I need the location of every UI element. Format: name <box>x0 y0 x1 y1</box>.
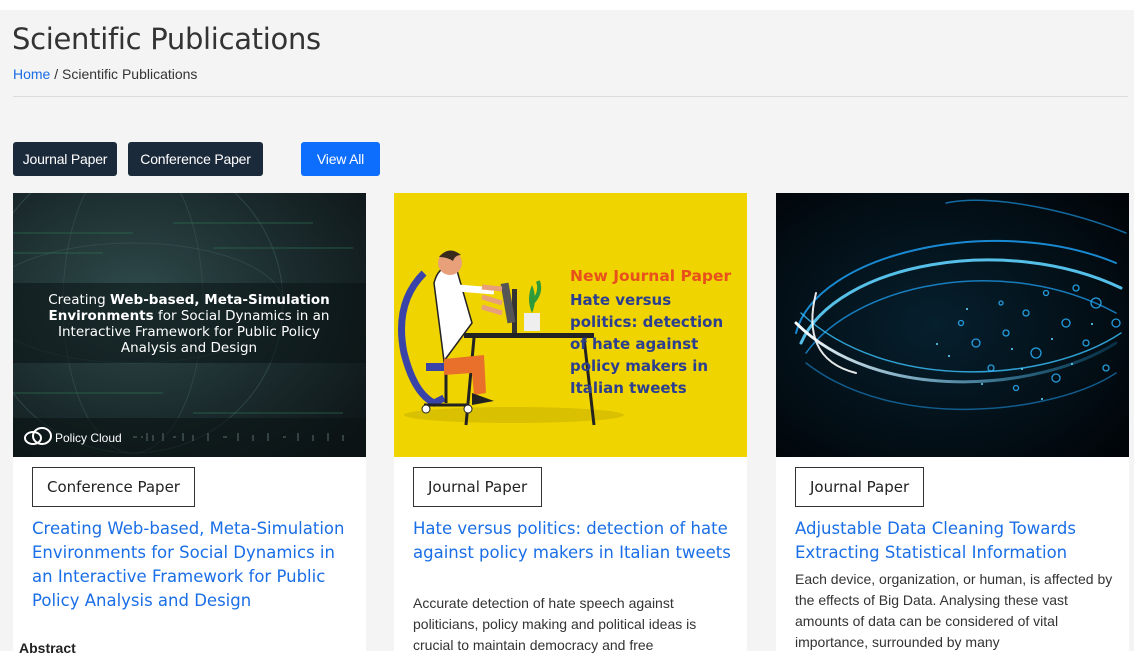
header-divider <box>13 96 1128 97</box>
image-caption-line4: Analysis and Design <box>121 340 257 356</box>
page-title: Scientific Publications <box>12 22 321 56</box>
breadcrumb-home-link[interactable]: Home <box>13 66 50 82</box>
image-logo-text: Policy Cloud <box>55 431 122 445</box>
card-title-link[interactable]: Hate versus politics: detection of hate … <box>413 517 733 565</box>
card-title-link[interactable]: Adjustable Data Cleaning Towards Extract… <box>795 517 1115 565</box>
card-category-badge: Journal Paper <box>413 467 543 507</box>
card-excerpt: Accurate detection of hate speech agains… <box>413 595 697 653</box>
image-text-line: Hate versus <box>570 291 671 309</box>
image-caption-line3: Interactive Framework for Public Policy <box>58 324 320 340</box>
image-text-line: Italian tweets <box>570 379 687 397</box>
publication-card: New Journal Paper Hate versus politics: … <box>394 193 747 653</box>
image-caption-line1: Creating Web-based, Meta-Simulation <box>48 292 330 308</box>
breadcrumb: Home / Scientific Publications <box>13 66 197 82</box>
card-category-badge: Journal Paper <box>795 467 925 507</box>
filter-conference-paper-button[interactable]: Conference Paper <box>128 142 263 176</box>
card-image-policy-cloud[interactable]: Creating Web-based, Meta-Simulation Envi… <box>13 193 366 457</box>
filter-journal-paper-button[interactable]: Journal Paper <box>13 142 117 176</box>
publication-card: Journal Paper Adjustable Data Cleaning T… <box>776 193 1129 653</box>
card-image-hate-politics[interactable]: New Journal Paper Hate versus politics: … <box>394 193 747 457</box>
card-excerpt: Each device, organization, or human, is … <box>795 571 1113 650</box>
card-title-link[interactable]: Creating Web-based, Meta-Simulation Envi… <box>32 517 352 613</box>
filter-view-all-button[interactable]: View All <box>301 142 380 176</box>
image-text-line: policy makers in <box>570 357 708 375</box>
breadcrumb-separator: / <box>50 66 63 82</box>
card-image-data-stream[interactable] <box>776 193 1129 457</box>
breadcrumb-current: Scientific Publications <box>62 66 198 82</box>
image-heading: New Journal Paper <box>570 267 732 285</box>
image-text-line: of hate against <box>570 335 698 353</box>
card-abstract-label: Abstract <box>19 640 76 656</box>
card-category-badge: Conference Paper <box>32 467 195 507</box>
publication-card: Creating Web-based, Meta-Simulation Envi… <box>13 193 366 653</box>
image-text-line: politics: detection <box>570 313 723 331</box>
image-caption-line2: Environments for Social Dynamics in an <box>49 308 330 324</box>
